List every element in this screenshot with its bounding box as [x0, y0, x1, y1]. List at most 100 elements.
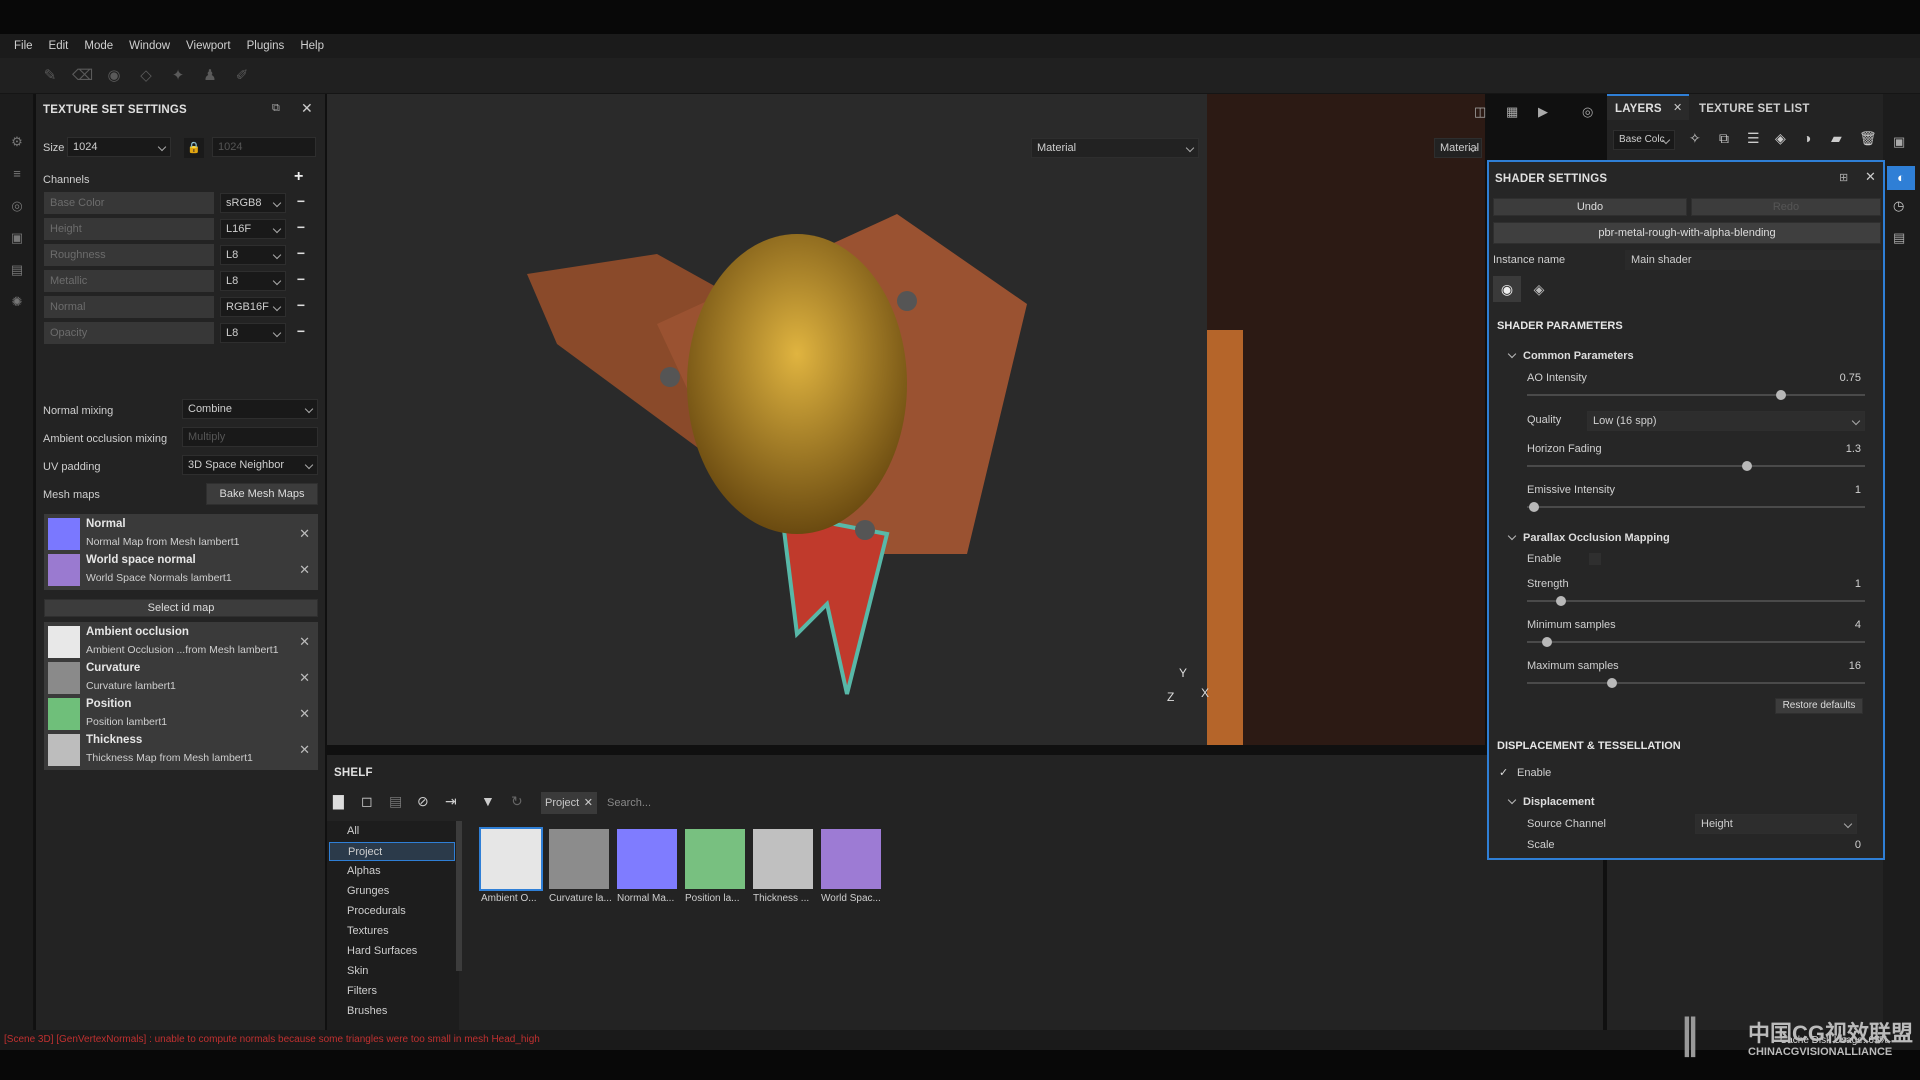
uv-padding-select[interactable]: 3D Space Neighbor	[182, 455, 318, 475]
project-filter-tag[interactable]: Project ✕	[541, 792, 597, 814]
remove-channel-icon[interactable]: −	[294, 297, 308, 313]
menu-edit[interactable]: Edit	[49, 40, 69, 52]
menu-window[interactable]: Window	[129, 40, 170, 52]
shelf-item-thumbnail[interactable]	[549, 829, 609, 889]
bake-mesh-maps-button[interactable]: Bake Mesh Maps	[206, 483, 318, 505]
channel-format-select[interactable]: L16F	[220, 219, 286, 239]
shader-select-button[interactable]: pbr-metal-rough-with-alpha-blending	[1493, 222, 1881, 244]
min-samples-slider[interactable]	[1527, 637, 1865, 647]
material-select-left[interactable]: Material	[1031, 138, 1199, 158]
menu-plugins[interactable]: Plugins	[247, 40, 285, 52]
remove-channel-icon[interactable]: −	[294, 245, 308, 261]
source-channel-select[interactable]: Height	[1695, 814, 1857, 834]
shelf-item-thumbnail[interactable]	[753, 829, 813, 889]
emissive-intensity-value[interactable]: 1	[1855, 484, 1861, 496]
mesh-map-item[interactable]: Thickness Thickness Map from Mesh lamber…	[44, 730, 318, 770]
remove-channel-icon[interactable]: −	[294, 323, 308, 339]
remove-map-icon[interactable]: ✕	[299, 634, 310, 650]
viewport-mode-icon[interactable]: ◫	[1474, 104, 1486, 120]
camera-icon[interactable]: ▶	[1538, 104, 1548, 120]
slider-knob[interactable]	[1775, 390, 1786, 400]
add-layer-icon[interactable]: ☰	[1747, 130, 1760, 147]
shelf-category-brushes[interactable]: Brushes	[329, 1002, 455, 1021]
undock-icon[interactable]: ⧉	[272, 102, 280, 115]
shelf-category-filters[interactable]: Filters	[329, 982, 455, 1001]
shader-settings-icon[interactable]: ◐	[1887, 166, 1915, 190]
channel-format-select[interactable]: RGB16F	[220, 297, 286, 317]
projection-icon[interactable]: ◉	[104, 66, 124, 86]
channel-format-select[interactable]: L8	[220, 323, 286, 343]
slider-knob[interactable]	[1555, 596, 1566, 606]
shader-params-tab-icon[interactable]: ◉	[1493, 276, 1521, 302]
material-select-right[interactable]: Material	[1434, 138, 1482, 158]
smudge-icon[interactable]: ✦	[168, 66, 188, 86]
remove-map-icon[interactable]: ✕	[299, 742, 310, 758]
shelf-category-alphas[interactable]: Alphas	[329, 862, 455, 881]
color-picker-icon[interactable]: ✐	[232, 66, 252, 86]
export-icon[interactable]: ▤	[9, 262, 25, 278]
screenshot-icon[interactable]: ◎	[1582, 104, 1593, 120]
menu-viewport[interactable]: Viewport	[186, 40, 231, 52]
undo-button[interactable]: Undo	[1493, 198, 1687, 216]
slider-knob[interactable]	[1542, 637, 1553, 647]
layers-stack-icon[interactable]: ≡	[9, 166, 25, 182]
history-icon[interactable]: ◷	[1893, 198, 1904, 214]
channel-row[interactable]: Opacity	[44, 322, 214, 344]
mesh-map-item[interactable]: Normal Normal Map from Mesh lambert1 ✕	[44, 514, 318, 554]
restore-defaults-button[interactable]: Restore defaults	[1775, 698, 1863, 714]
lock-icon[interactable]: 🔒	[184, 138, 204, 158]
shelf-category-hard-surfaces[interactable]: Hard Surfaces	[329, 942, 455, 961]
strength-value[interactable]: 1	[1855, 578, 1861, 590]
close-icon[interactable]: ✕	[1865, 169, 1876, 185]
channel-row[interactable]: Height	[44, 218, 214, 240]
delete-icon[interactable]: 🗑	[1859, 130, 1877, 147]
shelf-item-thumbnail[interactable]	[821, 829, 881, 889]
remove-map-icon[interactable]: ✕	[299, 526, 310, 542]
3d-viewport[interactable]: Material Material Y Z X	[327, 94, 1485, 745]
min-samples-value[interactable]: 4	[1855, 619, 1861, 631]
slider-knob[interactable]	[1528, 502, 1539, 512]
close-icon[interactable]: ✕	[1673, 101, 1682, 114]
category-scrollbar[interactable]	[456, 821, 462, 971]
shelf-category-all[interactable]: All	[329, 822, 455, 841]
normal-mixing-select[interactable]: Combine	[182, 399, 318, 419]
eraser-icon[interactable]: ⌫	[72, 66, 93, 86]
log-icon[interactable]: ▤	[1893, 230, 1905, 246]
emissive-intensity-slider[interactable]	[1527, 502, 1865, 512]
remove-map-icon[interactable]: ✕	[299, 706, 310, 722]
max-samples-value[interactable]: 16	[1849, 660, 1861, 672]
new-item-icon[interactable]: ◻	[361, 793, 373, 810]
horizon-fading-value[interactable]: 1.3	[1846, 443, 1861, 455]
size-select[interactable]: 1024	[67, 137, 171, 157]
ao-intensity-slider[interactable]	[1527, 390, 1865, 400]
remove-map-icon[interactable]: ✕	[299, 562, 310, 578]
channel-select[interactable]: Base Colc	[1613, 130, 1675, 150]
paint-brush-icon[interactable]: ✎	[40, 66, 60, 86]
mesh-map-item[interactable]: Curvature Curvature lambert1 ✕	[44, 658, 318, 698]
shelf-item-thumbnail[interactable]	[479, 827, 543, 891]
shelf-category-skin[interactable]: Skin	[329, 962, 455, 981]
polygon-fill-icon[interactable]: ◇	[136, 66, 156, 86]
horizon-fading-slider[interactable]	[1527, 461, 1865, 471]
mesh-map-item[interactable]: Ambient occlusion Ambient Occlusion ...f…	[44, 622, 318, 662]
smart-material-icon[interactable]: ◑	[1803, 130, 1811, 146]
add-effect-icon[interactable]: ✧	[1689, 130, 1701, 147]
refresh-icon[interactable]: ↻	[511, 793, 523, 810]
strength-slider[interactable]	[1527, 596, 1865, 606]
folder-icon[interactable]: ▇	[333, 793, 344, 810]
remove-channel-icon[interactable]: −	[294, 193, 308, 209]
remove-channel-icon[interactable]: −	[294, 271, 308, 287]
filter-icon[interactable]: ▼	[481, 793, 495, 809]
check-icon[interactable]: ✓	[1499, 766, 1508, 779]
pom-header[interactable]: Parallax Occlusion Mapping	[1507, 531, 1670, 544]
add-mask-icon[interactable]: ⧉	[1719, 130, 1729, 147]
settings-icon[interactable]: ✺	[9, 294, 25, 310]
instance-name-field[interactable]: Main shader	[1625, 250, 1881, 270]
save-icon[interactable]: ▤	[389, 793, 402, 810]
import-icon[interactable]: ⇥	[445, 793, 457, 810]
tab-texture-set-list[interactable]: TEXTURE SET LIST	[1699, 103, 1810, 115]
shelf-item-thumbnail[interactable]	[617, 829, 677, 889]
close-icon[interactable]: ✕	[584, 792, 593, 814]
remove-map-icon[interactable]: ✕	[299, 670, 310, 686]
displacement-header[interactable]: Displacement	[1507, 795, 1595, 808]
